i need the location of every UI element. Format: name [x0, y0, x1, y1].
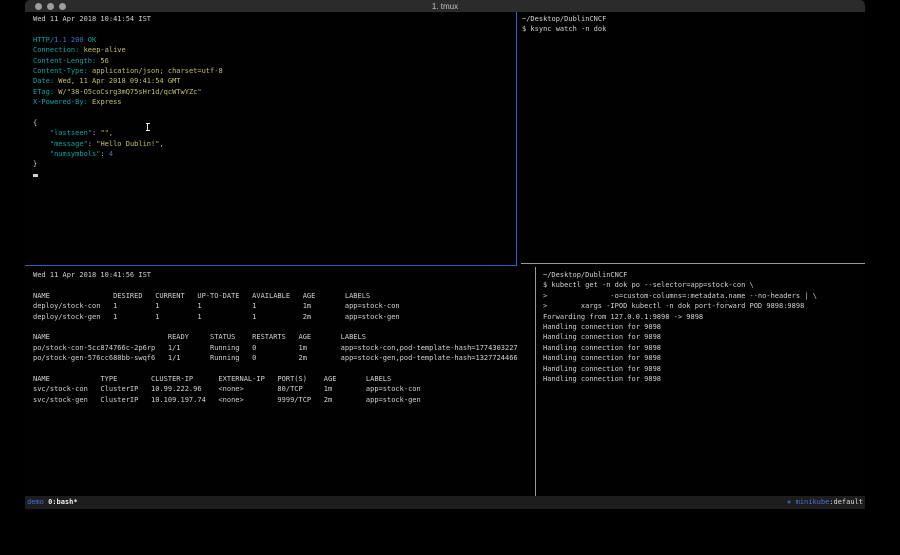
blank-line — [33, 280, 518, 290]
pane-ksync[interactable]: ~/Desktop/DublinCNCF$ ksync watch -n dok — [522, 14, 606, 35]
http-header-line: X-Powered-By: Express — [33, 97, 223, 107]
terminal-window: 1. tmux Wed 11 Apr 2018 10:41:54 IST HTT… — [25, 0, 865, 513]
http-version-status: /1.1 200 — [50, 36, 84, 44]
session-name: demo — [27, 498, 44, 506]
terminal-line: Handling connection for 9898 — [543, 353, 817, 363]
http-protocol: HTTP — [33, 36, 50, 44]
pane-border-horizontal — [521, 263, 865, 264]
tmux-status-bar: demo 0:bash* ⎈ minikube:default — [25, 496, 865, 509]
mouse-cursor-ibeam — [147, 123, 148, 131]
terminal-line: Handling connection for 9898 — [543, 343, 817, 353]
ksync-output: ~/Desktop/DublinCNCF$ ksync watch -n dok — [522, 14, 606, 35]
json-field-line: "message": "Hello Dublin!", — [33, 139, 223, 149]
port-forward-output: ~/Desktop/DublinCNCF$ kubectl get -n dok… — [543, 270, 817, 384]
pane-kubectl-get[interactable]: Wed 11 Apr 2018 10:41:56 IST NAME DESIRE… — [33, 270, 518, 405]
pane-http-response[interactable]: Wed 11 Apr 2018 10:41:54 IST HTTP/1.1 20… — [33, 14, 223, 180]
http-header-line: Content-Length: 56 — [33, 56, 223, 66]
kube-namespace: :default — [829, 498, 863, 506]
table-row: po/stock-gen-576cc688bb-swqf6 1/1 Runnin… — [33, 353, 518, 363]
json-close-brace: } — [33, 159, 223, 169]
active-pane-border-vertical — [516, 12, 517, 265]
cursor-line — [33, 170, 223, 180]
status-right: ⎈ minikube:default — [787, 496, 863, 509]
terminal-line: Handling connection for 9898 — [543, 364, 817, 374]
terminal-line: Handling connection for 9898 — [543, 374, 817, 384]
terminal-line: ~/Desktop/DublinCNCF — [543, 270, 817, 280]
status-left: demo 0:bash* — [27, 496, 78, 509]
http-headers: Connection: keep-aliveContent-Length: 56… — [33, 45, 223, 107]
json-body-fields: "lastseen": "", "message": "Hello Dublin… — [33, 128, 223, 159]
http-header-line: Content-Type: application/json; charset=… — [33, 66, 223, 76]
table-row: deploy/stock-con 1 1 1 1 1m app=stock-co… — [33, 301, 518, 311]
pane-border-vertical — [535, 267, 536, 496]
http-header-line: Date: Wed, 11 Apr 2018 09:41:54 GMT — [33, 76, 223, 86]
terminal-line: $ ksync watch -n dok — [522, 24, 606, 34]
blank-line — [33, 364, 518, 374]
kubectl-resources-output: NAME DESIRED CURRENT UP-TO-DATE AVAILABL… — [33, 291, 518, 405]
pane-timestamp: Wed 11 Apr 2018 10:41:56 IST — [33, 270, 518, 280]
window-titlebar[interactable]: 1. tmux — [25, 0, 865, 12]
terminal-line: > -o=custom-columns=:metadata.name --no-… — [543, 291, 817, 301]
table-header-line: NAME TYPE CLUSTER-IP EXTERNAL-IP PORT(S)… — [33, 374, 518, 384]
window-title: 1. tmux — [25, 2, 865, 11]
blank-line — [33, 322, 518, 332]
window-tab-bash[interactable]: 0:bash* — [48, 498, 78, 506]
blank-line — [33, 24, 223, 34]
active-pane-border-horizontal — [25, 265, 517, 266]
terminal-line: $ kubectl get -n dok po --selector=app=s… — [543, 280, 817, 290]
table-row: svc/stock-gen ClusterIP 10.109.197.74 <n… — [33, 395, 518, 405]
json-field-line: "numsymbols": 4 — [33, 149, 223, 159]
http-header-line: ETag: W/"38-O5coCsrg3mQ75sHr1d/qcWTwYZc" — [33, 87, 223, 97]
pane-timestamp: Wed 11 Apr 2018 10:41:54 IST — [33, 14, 223, 24]
text-cursor — [33, 174, 38, 177]
json-open-brace: { — [33, 118, 223, 128]
table-header-line: NAME READY STATUS RESTARTS AGE LABELS — [33, 332, 518, 342]
terminal-line: Handling connection for 9898 — [543, 322, 817, 332]
terminal-line: Handling connection for 9898 — [543, 332, 817, 342]
kube-context: minikube — [796, 498, 830, 506]
table-row: po/stock-con-5cc874766c-2p6rp 1/1 Runnin… — [33, 343, 518, 353]
table-row: svc/stock-con ClusterIP 10.99.222.96 <no… — [33, 384, 518, 394]
terminal-line: > xargs -IPOD kubectl -n dok port-forwar… — [543, 301, 817, 311]
pane-port-forward[interactable]: ~/Desktop/DublinCNCF$ kubectl get -n dok… — [543, 270, 817, 384]
json-field-line: "lastseen": "", — [33, 128, 223, 138]
http-status-line: HTTP/1.1 200 OK — [33, 35, 223, 45]
blank-line — [33, 108, 223, 118]
http-reason: OK — [84, 36, 97, 44]
table-row: deploy/stock-gen 1 1 1 1 2m app=stock-ge… — [33, 312, 518, 322]
table-header-line: NAME DESIRED CURRENT UP-TO-DATE AVAILABL… — [33, 291, 518, 301]
terminal-line: ~/Desktop/DublinCNCF — [522, 14, 606, 24]
terminal-line: Forwarding from 127.0.0.1:9898 -> 9898 — [543, 312, 817, 322]
http-header-line: Connection: keep-alive — [33, 45, 223, 55]
